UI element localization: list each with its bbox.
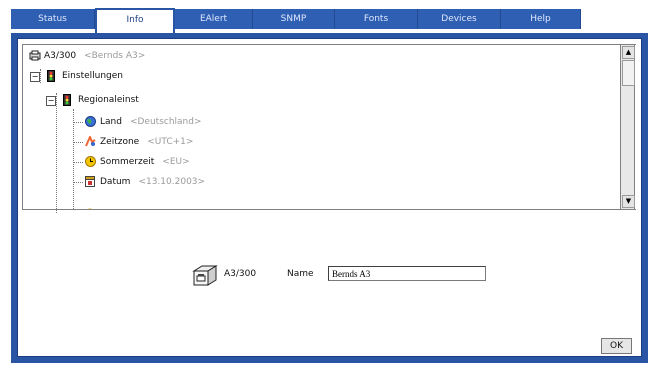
globe-icon	[85, 116, 96, 127]
tree-item-value: <Deutschland>	[129, 117, 202, 127]
printer-icon	[29, 50, 41, 61]
tab-info[interactable]: Info	[95, 8, 175, 35]
tree-connector	[73, 182, 83, 183]
tree-regional-row[interactable]: Regionaleinst	[63, 92, 139, 108]
name-label: Name	[287, 269, 314, 279]
tree-settings-label: Einstellungen	[62, 71, 124, 81]
traffic-light-icon	[63, 94, 74, 106]
tab-fonts[interactable]: Fonts	[335, 9, 418, 29]
tree-connector	[73, 142, 83, 143]
tree-item-label: Land	[100, 117, 122, 127]
timezone-icon	[85, 134, 96, 147]
tree-root-label: A3/300	[44, 51, 77, 61]
tree-root-value: <Bernds A3>	[84, 51, 146, 61]
info-tree: A3/300 <Bernds A3> − Einstellungen − Regi…	[22, 44, 636, 213]
tab-devices[interactable]: Devices	[418, 9, 501, 29]
device-label: A3/300	[224, 269, 257, 279]
tree-item-label: Datum	[100, 177, 131, 187]
printer-icon	[190, 263, 218, 291]
tab-bar: Status Info EAlert SNMP Fonts Devices He…	[11, 8, 581, 35]
sun-clock-icon	[85, 156, 96, 167]
tree-root-row[interactable]: A3/300 <Bernds A3>	[29, 48, 145, 64]
scroll-thumb[interactable]	[622, 60, 635, 86]
tree-item-label: Zeitzone	[100, 137, 140, 147]
device-name-input[interactable]	[328, 266, 486, 281]
tab-snmp[interactable]: SNMP	[253, 9, 335, 29]
tree-item-value: <EU>	[162, 157, 190, 167]
partial-row-icon	[85, 203, 95, 209]
tree-connector	[40, 69, 41, 83]
traffic-light-icon	[47, 70, 58, 82]
main-frame: A3/300 <Bernds A3> − Einstellungen − Regi…	[11, 33, 648, 363]
tab-help[interactable]: Help	[501, 9, 581, 29]
tree-item-value: <13.10.2003>	[138, 177, 206, 187]
tree-settings-row[interactable]: Einstellungen	[47, 68, 123, 84]
ok-button[interactable]: OK	[601, 338, 632, 354]
collapse-icon[interactable]: −	[46, 96, 56, 106]
scroll-up-icon[interactable]: ▲	[622, 46, 635, 59]
tree-item-land[interactable]: Land <Deutschland>	[85, 114, 202, 130]
tree-connector	[73, 109, 74, 209]
tree-connector	[73, 162, 83, 163]
calendar-icon	[85, 176, 96, 187]
collapse-icon[interactable]: −	[30, 72, 40, 82]
tree-connector	[73, 122, 83, 123]
scroll-down-icon[interactable]: ▼	[622, 195, 635, 208]
tree-connector	[56, 93, 57, 213]
content-panel: A3/300 <Bernds A3> − Einstellungen − Regi…	[17, 38, 642, 357]
tree-item-datum[interactable]: Datum <13.10.2003>	[85, 174, 205, 190]
tree-item-zeitzone[interactable]: Zeitzone <UTC+1>	[85, 134, 193, 150]
tree-item-value: <UTC+1>	[147, 137, 194, 147]
tree-regional-label: Regionaleinst	[78, 95, 139, 105]
tab-status[interactable]: Status	[11, 9, 95, 29]
tree-item-sommerzeit[interactable]: Sommerzeit <EU>	[85, 154, 190, 170]
tree-scrollbar[interactable]: ▲ ▼	[620, 44, 635, 210]
tab-ealert[interactable]: EAlert	[175, 9, 253, 29]
tree-item-label: Sommerzeit	[100, 157, 155, 167]
